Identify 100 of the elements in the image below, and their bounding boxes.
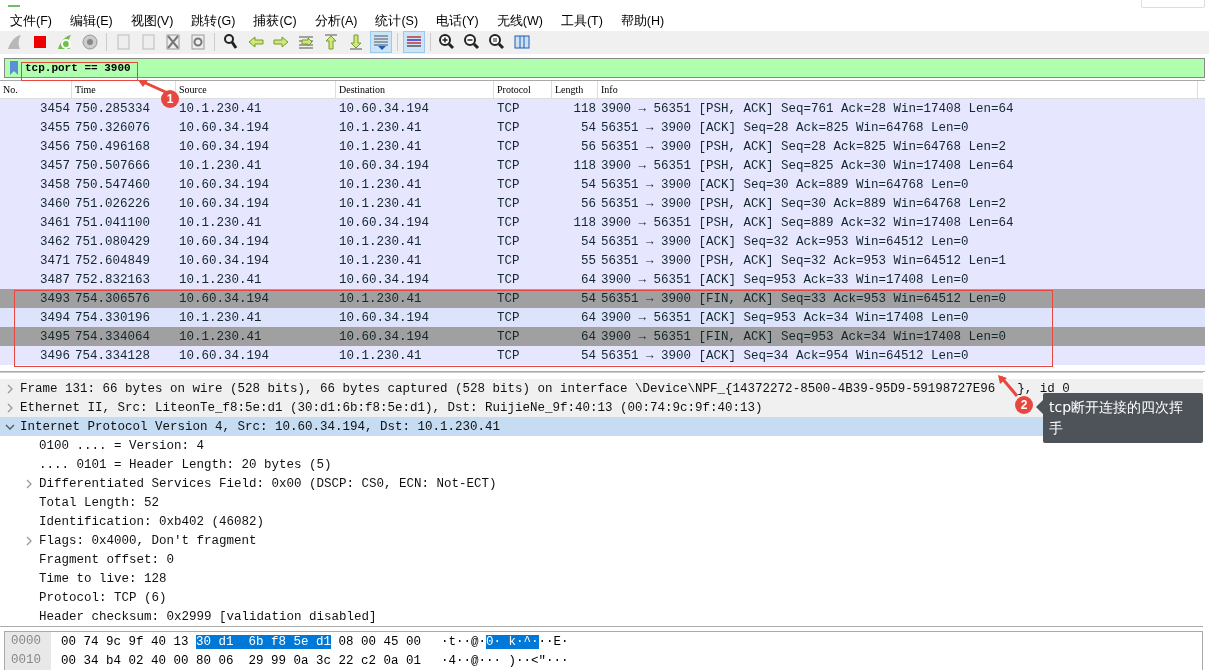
tree-row[interactable]: Protocol: TCP (6) xyxy=(0,588,1203,607)
filter-field[interactable]: tcp.port == 3900 xyxy=(4,57,1205,78)
table-cell-text: 10.1.230.41 xyxy=(338,139,423,154)
hex-bytes[interactable]: 08 00 45 00 xyxy=(331,634,422,649)
tree-text: Ethernet II, Src: LiteonTe_f8:5e:d1 (30:d1:6b:f8:5e:d1), Dst: RuijieNe_9f:40:13 (00:74:9c:9f:40:13) xyxy=(20,400,763,415)
column-header[interactable]: Length xyxy=(555,84,584,95)
packet-row[interactable]: 3494 754.330196 10.1.230.41 10.60.34.194 TCP 64 3900 → 56351 [ACK] Seq=953 Ack=34 Win=17408 Len=0 xyxy=(0,308,1205,327)
table-cell-text: 118 xyxy=(572,101,597,116)
menu-item[interactable]: 文件(F) xyxy=(4,12,58,30)
tree-text: Frame 131: 66 bytes on wire (528 bits), 66 bytes captured (528 bits) on interface \Device\NPF_{14372272-8500-4B39-95D9-59198727E96 xyxy=(20,381,996,396)
packet-row[interactable]: 3455 750.326076 10.60.34.194 10.1.230.41 TCP 54 56351 → 3900 [ACK] Seq=28 Ack=825 Win=64768 Len=0 xyxy=(0,118,1205,137)
tree-row[interactable]: Fragment offset: 0 xyxy=(0,550,1203,569)
table-cell-text: 3458 xyxy=(39,177,71,192)
table-cell-text: 10.60.34.194 xyxy=(178,348,270,363)
packet-row[interactable]: 3496 754.334128 10.60.34.194 10.1.230.41 TCP 54 56351 → 3900 [ACK] Seq=34 Ack=954 Win=64512 Len=0 xyxy=(0,346,1205,365)
annotation-tooltip: tcp断开连接的四次挥手 xyxy=(1043,393,1203,443)
table-cell-text: 64 xyxy=(580,272,597,287)
menu-item[interactable]: 无线(W) xyxy=(490,12,549,30)
hex-bytes[interactable]: 00 34 b4 02 40 00 80 06 29 99 0a 3c 22 c2 0a 01 xyxy=(61,653,422,668)
packet-row[interactable]: 3457 750.507666 10.1.230.41 10.60.34.194 TCP 118 3900 → 56351 [PSH, ACK] Seq=825 Ack=30 Win=17408 Len=64 xyxy=(0,156,1205,175)
packet-row[interactable]: 3456 750.496168 10.60.34.194 10.1.230.41 TCP 56 56351 → 3900 [PSH, ACK] Seq=28 Ack=825 Win=64768 Len=2 xyxy=(0,137,1205,156)
hex-bytes[interactable]: 30 d1 6b f8 5e d1 xyxy=(196,634,332,649)
packet-row[interactable]: 3461 751.041100 10.1.230.41 10.60.34.194 TCP 118 3900 → 56351 [PSH, ACK] Seq=889 Ack=32 Win=17408 Len=64 xyxy=(0,213,1205,232)
table-cell-text: TCP xyxy=(496,253,521,268)
tree-text: Differentiated Services Field: 0x00 (DSCP: CS0, ECN: Not-ECT) xyxy=(39,476,497,491)
packet-row[interactable]: 3471 752.604849 10.60.34.194 10.1.230.41 TCP 55 56351 → 3900 [PSH, ACK] Seq=32 Ack=953 Win=64512 Len=1 xyxy=(0,251,1205,270)
menu-item[interactable]: 电话(Y) xyxy=(430,12,485,30)
column-header[interactable]: Protocol xyxy=(497,84,531,95)
tree-row[interactable]: Total Length: 52 xyxy=(0,493,1203,512)
tree-row[interactable]: Header checksum: 0x2999 [validation disabled] xyxy=(0,607,1203,626)
table-cell-text: 3487 xyxy=(39,272,71,287)
tree-text: Header checksum: 0x2999 [validation disabled] xyxy=(39,609,377,624)
table-cell-text: 56351 → 3900 [ACK] Seq=30 Ack=889 Win=64768 Len=0 xyxy=(600,177,969,192)
table-cell-text: 3900 → 56351 [PSH, ACK] Seq=825 Ack=30 Win=17408 Len=64 xyxy=(600,158,1014,173)
ascii-text[interactable]: ·t··@· xyxy=(441,634,486,649)
table-cell-text: 56351 → 3900 [PSH, ACK] Seq=30 Ack=889 Win=64768 Len=2 xyxy=(600,196,1007,211)
menu-item[interactable]: 捕获(C) xyxy=(247,12,303,30)
column-header[interactable]: Info xyxy=(601,84,618,95)
hex-offset: 0010 xyxy=(5,651,51,670)
tree-row[interactable]: Time to live: 128 xyxy=(0,569,1203,588)
column-header[interactable]: No. xyxy=(3,84,18,95)
table-cell-text: TCP xyxy=(496,272,521,287)
table-cell-text: 54 xyxy=(580,177,597,192)
packet-row[interactable]: 3487 752.832163 10.1.230.41 10.60.34.194 TCP 64 3900 → 56351 [ACK] Seq=953 Ack=33 Win=17408 Len=0 xyxy=(0,270,1205,289)
column-header[interactable]: Destination xyxy=(339,84,386,95)
table-cell-text: 3456 xyxy=(39,139,71,154)
column-header[interactable]: Source xyxy=(179,84,207,95)
ascii-text[interactable]: 0· k·^· xyxy=(486,634,539,649)
table-cell-text: 54 xyxy=(580,291,597,306)
tree-row[interactable]: Flags: 0x4000, Don't fragment xyxy=(0,531,1203,550)
tree-text: Total Length: 52 xyxy=(39,495,160,510)
gear-icon xyxy=(80,32,100,53)
autoscroll-button[interactable] xyxy=(370,31,392,54)
table-cell-text: 3900 → 56351 [PSH, ACK] Seq=761 Ack=28 Win=17408 Len=64 xyxy=(600,101,1014,116)
menu-item[interactable]: 视图(V) xyxy=(124,12,180,30)
menu-item[interactable]: 编辑(E) xyxy=(63,12,119,30)
tree-row[interactable]: Frame 131: 66 bytes on wire (528 bits), 66 bytes captured (528 bits) on interface \Device\NPF_{14372272-8500-4B39-95D9-59198727E96 }, id 0 xyxy=(0,379,1203,398)
packet-row[interactable]: 3460 751.026226 10.60.34.194 10.1.230.41 TCP 56 56351 → 3900 [PSH, ACK] Seq=30 Ack=889 Win=64768 Len=2 xyxy=(0,194,1205,213)
table-cell-text: TCP xyxy=(496,234,521,249)
table-cell-text: 754.306576 xyxy=(74,291,151,306)
ascii-text[interactable]: ··E· xyxy=(538,634,569,649)
colorize-button[interactable] xyxy=(403,31,425,54)
table-cell-text: TCP xyxy=(496,215,521,230)
table-cell-text: 56 xyxy=(580,139,597,154)
table-cell-text: 10.60.34.194 xyxy=(178,234,270,249)
table-cell-text: TCP xyxy=(496,196,521,211)
table-cell-text: 754.334128 xyxy=(74,348,151,363)
step-badge: 1 xyxy=(161,90,179,108)
table-cell-text: 10.1.230.41 xyxy=(178,101,263,116)
packet-row[interactable]: 3462 751.080429 10.60.34.194 10.1.230.41 TCP 54 56351 → 3900 [ACK] Seq=32 Ack=953 Win=64512 Len=0 xyxy=(0,232,1205,251)
table-cell-text: 3454 xyxy=(39,101,71,116)
menu-item[interactable]: 工具(T) xyxy=(554,12,609,30)
menu-item[interactable]: 统计(S) xyxy=(369,12,425,30)
table-cell-text: 3460 xyxy=(39,196,71,211)
table-cell-text: 55 xyxy=(580,253,597,268)
hex-bytes[interactable]: 00 74 9c 9f 40 13 xyxy=(61,634,197,649)
tree-row[interactable]: Differentiated Services Field: 0x00 (DSCP: CS0, ECN: Not-ECT) xyxy=(0,474,1203,493)
table-cell-text: 3462 xyxy=(39,234,71,249)
table-cell-text: 56351 → 3900 [PSH, ACK] Seq=32 Ack=953 Win=64512 Len=1 xyxy=(600,253,1007,268)
table-cell-text: 3457 xyxy=(39,158,71,173)
menu-item[interactable]: 帮助(H) xyxy=(614,12,671,30)
packet-row[interactable]: 3495 754.334064 10.1.230.41 10.60.34.194 TCP 64 3900 → 56351 [FIN, ACK] Seq=953 Ack=34 Win=17408 Len=0 xyxy=(0,327,1205,346)
tree-text: Protocol: TCP (6) xyxy=(39,590,167,605)
packet-row[interactable]: 3458 750.547460 10.60.34.194 10.1.230.41 TCP 54 56351 → 3900 [ACK] Seq=30 Ack=889 Win=64768 Len=0 xyxy=(0,175,1205,194)
menu-item[interactable]: 跳转(G) xyxy=(185,12,242,30)
column-header[interactable]: Time xyxy=(75,84,96,95)
table-cell-text: 750.285334 xyxy=(74,101,151,116)
ascii-text[interactable]: ·4··@··· )··<"··· xyxy=(441,653,569,668)
table-cell-text: TCP xyxy=(496,329,521,344)
table-cell-text: 56351 → 3900 [ACK] Seq=34 Ack=954 Win=64512 Len=0 xyxy=(600,348,969,363)
table-cell-text: 754.334064 xyxy=(74,329,151,344)
table-cell-text: 750.496168 xyxy=(74,139,151,154)
table-cell-text: 10.60.34.194 xyxy=(178,291,270,306)
tree-row[interactable]: .... 0101 = Header Length: 20 bytes (5) xyxy=(0,455,1203,474)
table-cell-text: TCP xyxy=(496,291,521,306)
table-cell-text: 10.60.34.194 xyxy=(338,329,430,344)
tree-row[interactable]: Identification: 0xb402 (46082) xyxy=(0,512,1203,531)
menu-item[interactable]: 分析(A) xyxy=(308,12,364,30)
packet-row[interactable]: 3493 754.306576 10.60.34.194 10.1.230.41 TCP 54 56351 → 3900 [FIN, ACK] Seq=33 Ack=953 Win=64512 Len=0 xyxy=(0,289,1205,308)
table-cell-text: 3455 xyxy=(39,120,71,135)
